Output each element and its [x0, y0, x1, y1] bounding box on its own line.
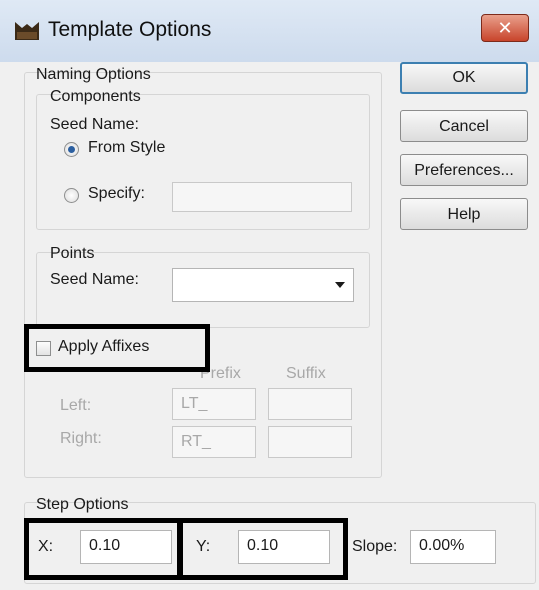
left-suffix-input[interactable]: [268, 388, 352, 420]
apply-affixes-checkbox[interactable]: [36, 341, 51, 356]
naming-options-legend: Naming Options: [36, 66, 151, 83]
right-prefix-input[interactable]: RT_: [172, 426, 256, 458]
y-label: Y:: [196, 538, 211, 555]
ok-button[interactable]: OK: [400, 62, 528, 94]
close-button[interactable]: ✕: [481, 14, 529, 42]
from-style-label[interactable]: From Style: [88, 139, 165, 157]
apply-affixes-label[interactable]: Apply Affixes: [58, 338, 149, 356]
slope-label: Slope:: [352, 538, 398, 555]
help-button[interactable]: Help: [400, 198, 528, 230]
window-title: Template Options: [48, 18, 212, 41]
components-legend: Components: [50, 88, 141, 105]
points-legend: Points: [50, 245, 95, 262]
template-app-icon: [15, 22, 39, 40]
specify-radio[interactable]: [64, 188, 79, 203]
dialog-body: Naming Options Components Seed Name: Fro…: [0, 62, 539, 590]
slope-input[interactable]: 0.00%: [410, 530, 496, 564]
specify-label[interactable]: Specify:: [88, 185, 145, 203]
step-options-legend: Step Options: [36, 496, 129, 513]
points-seed-name-dropdown[interactable]: [172, 268, 354, 302]
cancel-button[interactable]: Cancel: [400, 110, 528, 142]
components-seed-name-label: Seed Name:: [50, 116, 139, 133]
suffix-header: Suffix: [286, 365, 326, 382]
from-style-radio[interactable]: [64, 142, 79, 157]
title-bar: Template Options ✕: [0, 0, 539, 63]
y-input[interactable]: 0.10: [238, 530, 330, 564]
left-label: Left:: [60, 397, 92, 414]
specify-input[interactable]: [172, 182, 352, 212]
left-prefix-input[interactable]: LT_: [172, 388, 256, 420]
preferences-button[interactable]: Preferences...: [400, 154, 528, 186]
right-suffix-input[interactable]: [268, 426, 352, 458]
right-label: Right:: [60, 430, 102, 447]
x-input[interactable]: 0.10: [80, 530, 172, 564]
points-seed-name-label: Seed Name:: [50, 271, 139, 288]
chevron-down-icon[interactable]: [335, 282, 345, 288]
prefix-header: Prefix: [200, 365, 241, 382]
x-label: X:: [38, 538, 54, 555]
